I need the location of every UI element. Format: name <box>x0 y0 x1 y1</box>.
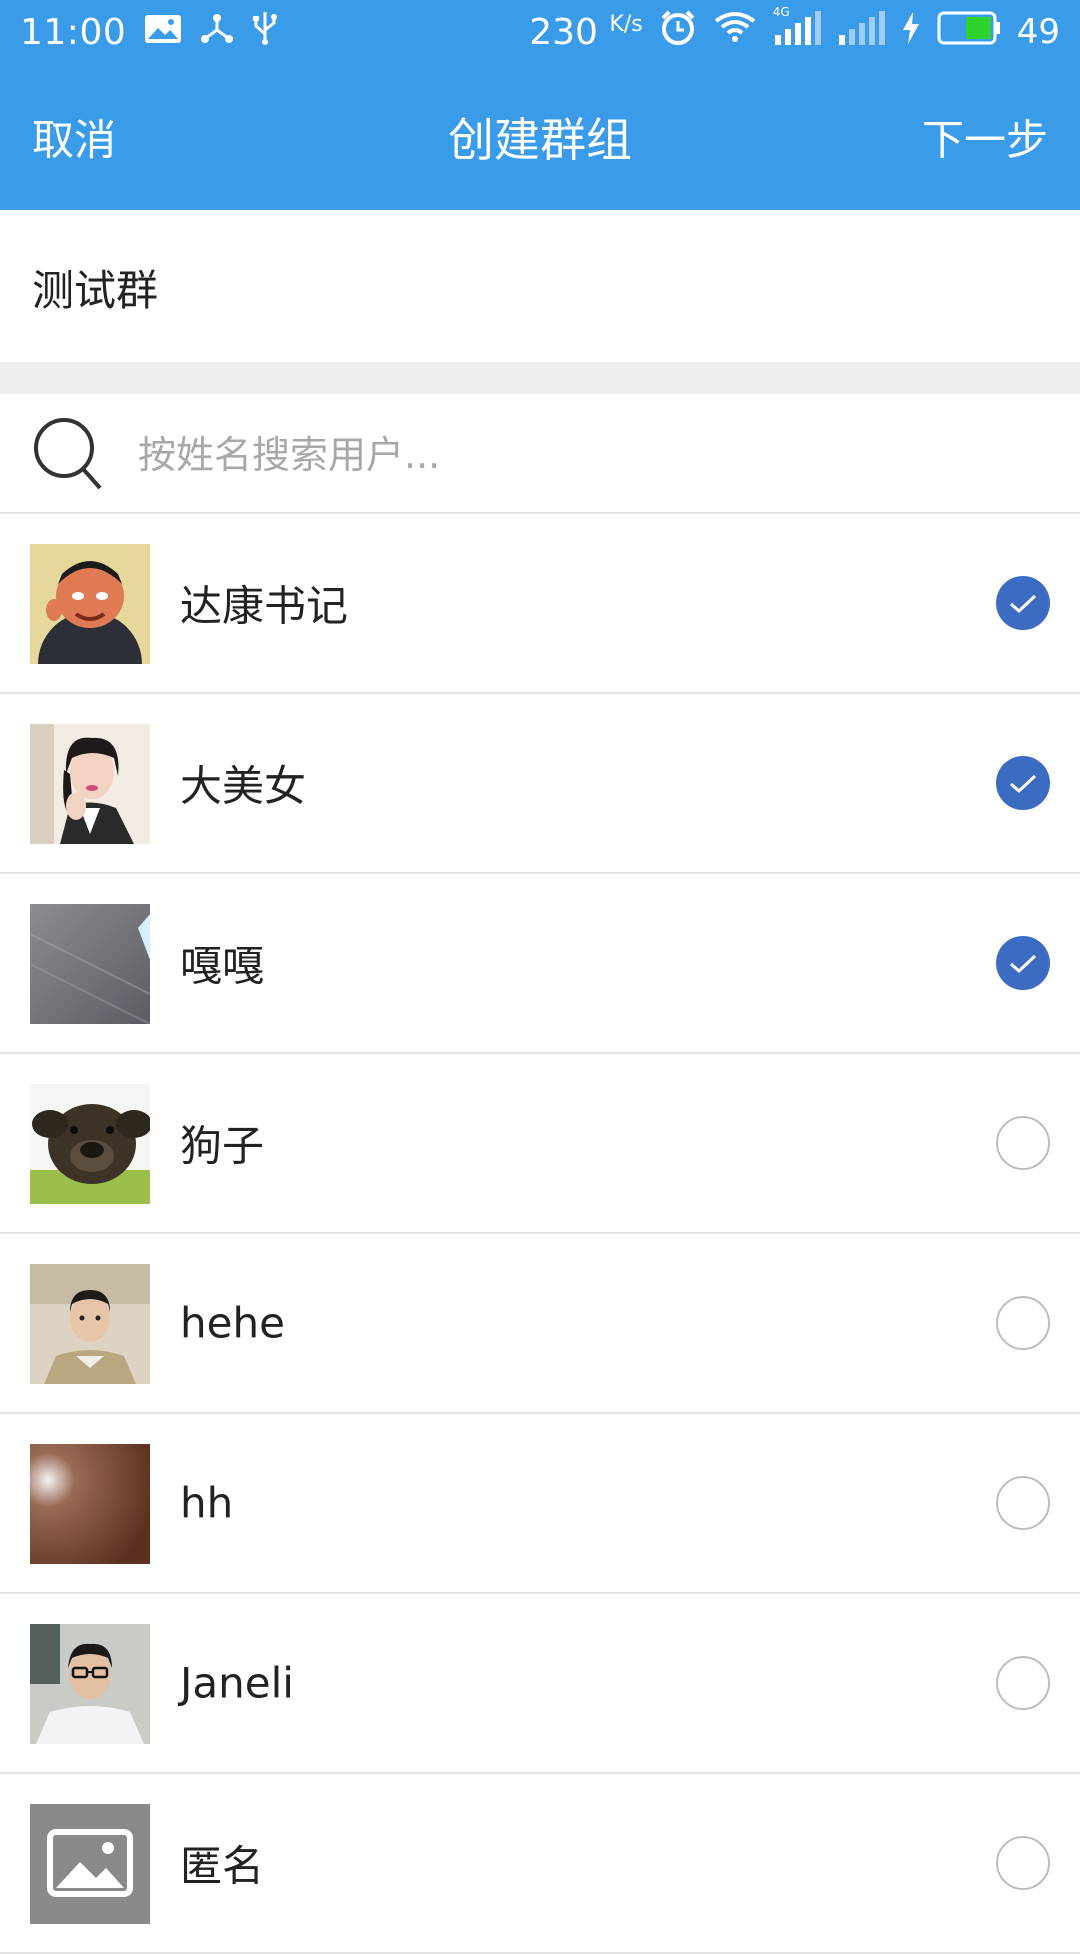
signal-icon-secondary <box>837 10 885 54</box>
section-divider <box>0 362 1080 394</box>
user-name: hehe <box>180 1298 285 1348</box>
list-item[interactable]: 大美女 <box>0 694 1080 874</box>
status-bar: 11:00 230 K/s 4G 49 <box>0 0 1080 64</box>
avatar <box>30 544 150 664</box>
checkbox-unchecked[interactable] <box>996 1116 1050 1170</box>
app-header: 取消 创建群组 下一步 <box>0 64 1080 210</box>
list-item[interactable]: 狗子 <box>0 1054 1080 1234</box>
user-name: 匿名 <box>180 1841 265 1891</box>
list-item[interactable]: 达康书记 <box>0 514 1080 694</box>
battery-percent: 49 <box>1016 12 1060 52</box>
list-item[interactable]: 匿名 <box>0 1774 1080 1954</box>
list-item[interactable]: Janeli <box>0 1594 1080 1774</box>
checkbox-unchecked[interactable] <box>996 1836 1050 1890</box>
charging-icon <box>901 11 921 53</box>
battery-icon <box>937 11 1001 54</box>
speed-value: 230 <box>529 11 598 53</box>
user-name: 嘎嘎 <box>180 941 265 991</box>
status-time: 11:00 <box>20 11 127 53</box>
wifi-icon <box>713 11 757 54</box>
page-title: 创建群组 <box>448 113 632 167</box>
user-name: Janeli <box>180 1658 294 1708</box>
next-button[interactable]: 下一步 <box>922 107 1048 168</box>
checkbox-unchecked[interactable] <box>996 1296 1050 1350</box>
checkbox-unchecked[interactable] <box>996 1476 1050 1530</box>
list-item[interactable]: hehe <box>0 1234 1080 1414</box>
avatar <box>30 1084 150 1204</box>
group-name-value: 测试群 <box>32 265 159 315</box>
avatar <box>30 1444 150 1564</box>
avatar <box>30 724 150 844</box>
search-input[interactable] <box>136 414 1040 496</box>
checkbox-checked[interactable] <box>996 936 1050 990</box>
image-icon <box>144 12 182 53</box>
list-item[interactable]: hh <box>0 1414 1080 1594</box>
list-item[interactable]: 嘎嘎 <box>0 874 1080 1054</box>
checkbox-unchecked[interactable] <box>996 1656 1050 1710</box>
user-name: hh <box>180 1478 234 1528</box>
network-type: 4G <box>772 4 790 19</box>
checkbox-checked[interactable] <box>996 576 1050 630</box>
user-name: 大美女 <box>180 761 307 811</box>
checkbox-checked[interactable] <box>996 756 1050 810</box>
group-name-field[interactable]: 测试群 <box>0 212 1080 362</box>
user-name: 达康书记 <box>180 581 349 631</box>
avatar <box>30 1624 150 1744</box>
speed-unit: K/s <box>609 11 643 37</box>
user-list: 达康书记 大美女 嘎嘎 狗子 hehe hh Janeli 匿名 <box>0 514 1080 1954</box>
avatar <box>30 1804 150 1924</box>
search-bar <box>0 394 1080 514</box>
network-speed: 230 K/s <box>529 12 642 53</box>
signal-icon: 4G <box>773 5 821 54</box>
avatar <box>30 904 150 1024</box>
usb-tree-icon <box>200 12 234 53</box>
alarm-icon <box>659 9 697 56</box>
search-icon <box>30 414 110 494</box>
avatar <box>30 1264 150 1384</box>
usb-icon <box>252 10 278 55</box>
user-name: 狗子 <box>180 1121 265 1171</box>
